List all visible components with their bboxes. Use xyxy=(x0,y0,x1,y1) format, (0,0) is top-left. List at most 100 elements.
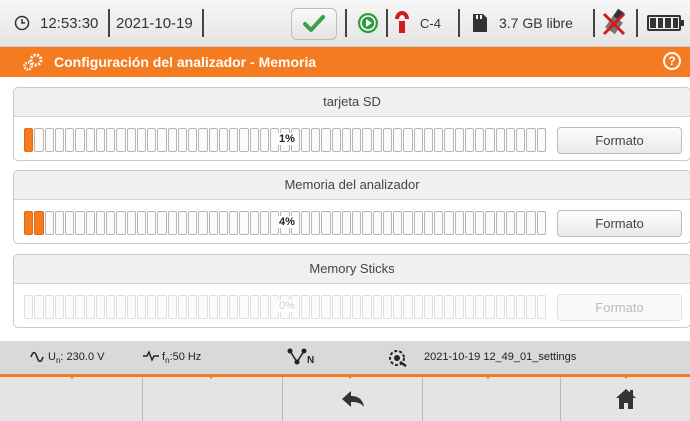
usage-bar-segment xyxy=(516,128,526,152)
usage-bar-segment xyxy=(126,295,136,319)
format-button[interactable]: Formato xyxy=(557,127,682,154)
usage-bar-segment xyxy=(434,211,444,235)
usage-bar-segment xyxy=(106,211,116,235)
usage-bar-segment xyxy=(208,295,218,319)
usage-bar-segment xyxy=(249,295,259,319)
usage-bar-segment xyxy=(464,295,474,319)
usage-bar-segment xyxy=(44,295,54,319)
usage-bar-segment xyxy=(106,128,116,152)
back-button[interactable] xyxy=(283,377,423,421)
usage-bar-segment xyxy=(95,295,105,319)
usage-bar-segment xyxy=(75,211,85,235)
home-button[interactable] xyxy=(561,377,690,421)
usage-bar-segment xyxy=(75,295,85,319)
usage-bar-segment xyxy=(352,295,362,319)
format-button[interactable]: Formato xyxy=(557,210,682,237)
usage-bar-segment xyxy=(218,128,228,152)
usage-bar-segment xyxy=(208,211,218,235)
usage-bar-segment xyxy=(311,295,321,319)
usage-bar-segment xyxy=(372,128,382,152)
back-arrow-icon xyxy=(341,391,364,407)
usage-bar-segment xyxy=(167,128,177,152)
usage-bar-segment xyxy=(126,211,136,235)
usage-bar-segment xyxy=(434,128,444,152)
status-time: 12:53:30 xyxy=(40,14,99,32)
usage-bar-segment xyxy=(34,295,44,319)
usage-bar-segment xyxy=(136,211,146,235)
usage-bar-segment xyxy=(198,128,208,152)
usage-bar-segment xyxy=(423,211,433,235)
help-button[interactable]: ? xyxy=(663,52,681,70)
usage-bar-segment xyxy=(413,128,423,152)
panel-title: tarjeta SD xyxy=(14,88,690,117)
usage-bar-segment xyxy=(239,211,249,235)
frequency-icon xyxy=(143,350,159,365)
usage-bar-segment xyxy=(95,128,105,152)
usage-bar-segment xyxy=(495,128,505,152)
network-type-icon xyxy=(286,347,308,372)
usage-bar-segment xyxy=(382,211,392,235)
usage-bar-segment xyxy=(311,211,321,235)
settings-file-name: 2021-10-19 12_49_01_settings xyxy=(424,351,577,363)
usage-bar-segment xyxy=(331,295,341,319)
storage-free: 3.7 GB libre xyxy=(499,15,573,31)
usage-bar-segment xyxy=(198,211,208,235)
usage-bar-segment xyxy=(24,211,34,235)
ac-wave-icon xyxy=(30,350,44,365)
usage-bar-segment xyxy=(362,128,372,152)
format-button: Formato xyxy=(557,294,682,321)
usage-percent: 0% xyxy=(278,300,296,312)
usage-bar-segment xyxy=(321,295,331,319)
usage-bar-segment xyxy=(372,211,382,235)
usb-disconnected-icon xyxy=(600,0,628,46)
clock-icon xyxy=(14,0,30,46)
usage-bar-segment xyxy=(454,295,464,319)
usage-bar-segment xyxy=(485,128,495,152)
usage-bar-segment xyxy=(147,295,157,319)
usage-bar-segment xyxy=(157,211,167,235)
usage-bar-segment xyxy=(259,295,269,319)
usage-bar-segment xyxy=(475,211,485,235)
battery-icon xyxy=(647,15,684,31)
usage-bar-segment xyxy=(475,128,485,152)
usage-bar-segment xyxy=(218,295,228,319)
usage-bar-segment xyxy=(475,295,485,319)
function-key-1 xyxy=(0,377,143,421)
usage-bar-segment xyxy=(362,295,372,319)
usage-percent: 1% xyxy=(278,133,296,145)
usage-bar-segment xyxy=(300,295,310,319)
usage-bar-segment xyxy=(321,211,331,235)
usage-bar-segment xyxy=(249,128,259,152)
usage-bar-segment xyxy=(505,295,515,319)
usage-bar-segment xyxy=(372,295,382,319)
nominal-frequency: fn:50 Hz xyxy=(162,351,202,366)
function-key-4 xyxy=(423,377,561,421)
usage-bar-segment xyxy=(321,128,331,152)
usage-bar-segment xyxy=(423,128,433,152)
home-icon xyxy=(615,389,636,409)
panel-title: Memory Sticks xyxy=(14,255,690,284)
usage-bar-segment xyxy=(157,295,167,319)
usage-bar-segment xyxy=(259,211,269,235)
usage-bar-segment xyxy=(382,295,392,319)
usage-bar-segment xyxy=(495,211,505,235)
usage-bar-segment xyxy=(362,211,372,235)
usage-bar-segment xyxy=(464,211,474,235)
usage-bar-segment xyxy=(147,128,157,152)
status-bar: 12:53:30 2021-10-19 C-4 3.7 GB libre xyxy=(0,0,690,47)
usage-bar-segment xyxy=(259,128,269,152)
usage-bar-segment xyxy=(229,295,239,319)
usage-bar-segment xyxy=(229,128,239,152)
usage-bar-segment xyxy=(24,295,34,319)
usage-bar-segment xyxy=(311,128,321,152)
status-date: 2021-10-19 xyxy=(116,14,193,32)
settings-file-icon xyxy=(388,348,408,371)
usage-bar-segment xyxy=(444,211,454,235)
status-ok-button[interactable] xyxy=(291,8,337,40)
usage-bar-segment xyxy=(239,128,249,152)
usage-bar-segment xyxy=(331,211,341,235)
usage-bar-segment xyxy=(464,128,474,152)
usage-bar-segment xyxy=(403,295,413,319)
usage-bar-segment xyxy=(136,295,146,319)
usage-bar-segment xyxy=(536,211,546,235)
